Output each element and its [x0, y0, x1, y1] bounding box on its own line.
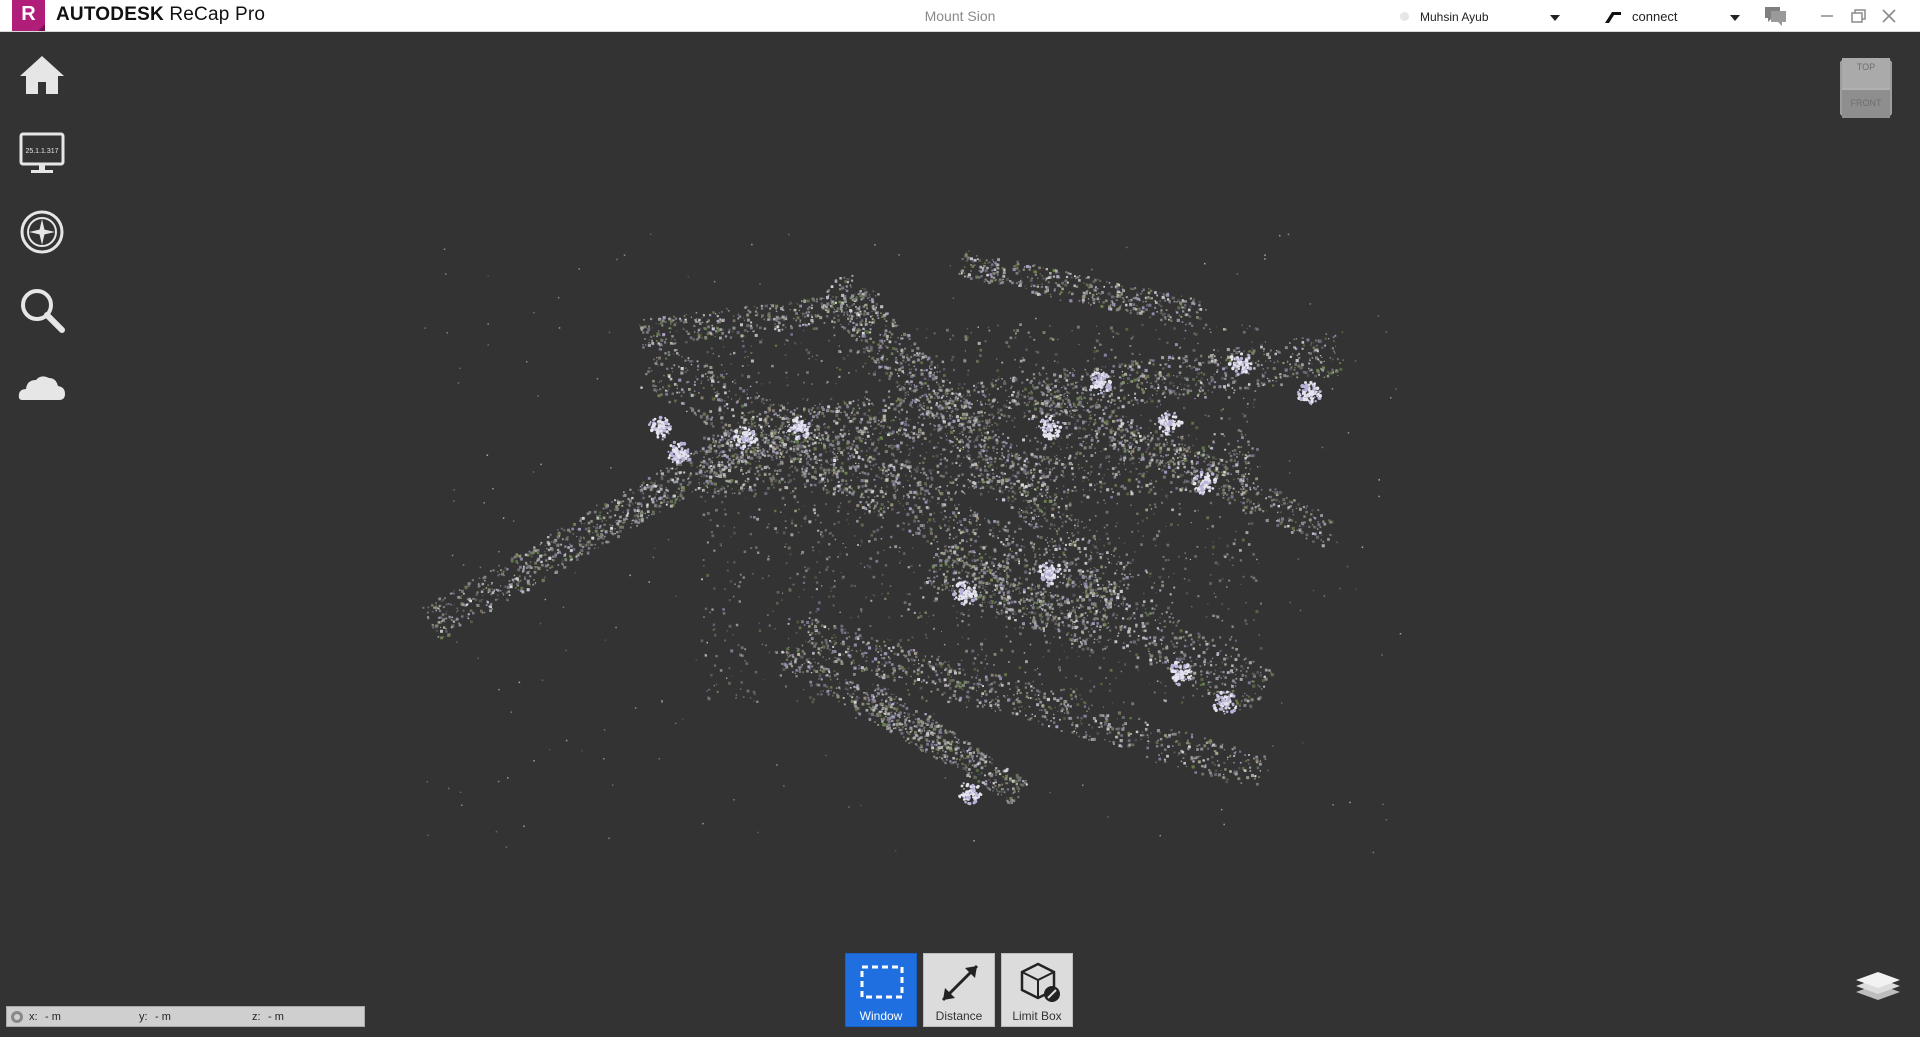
- limit-box-label: Limit Box: [1002, 1009, 1072, 1023]
- measure-toolbar: Window Distance Limit Box: [845, 953, 1075, 1027]
- search-icon: [16, 284, 68, 336]
- project-title: Mount Sion: [900, 8, 1020, 24]
- left-sidebar: 25.1.1.317: [0, 32, 84, 452]
- x-value: - m: [45, 1011, 61, 1023]
- user-status-icon: [1400, 12, 1409, 21]
- connect-dropdown-icon[interactable]: [1730, 15, 1740, 21]
- cloud-icon: [16, 362, 68, 414]
- brand-name: AUTODESK: [56, 4, 164, 25]
- title-bar: R AUTODESK ReCap Pro Mount Sion Muhsin A…: [0, 0, 1920, 32]
- restore-icon: [1845, 4, 1871, 28]
- target-icon[interactable]: [10, 1010, 24, 1024]
- minimize-button[interactable]: [1814, 4, 1840, 28]
- user-name: Muhsin Ayub: [1420, 10, 1489, 24]
- minimize-icon: [1814, 4, 1840, 28]
- z-value: - m: [268, 1011, 284, 1023]
- close-button[interactable]: [1876, 4, 1902, 28]
- x-label: x:: [29, 1011, 38, 1023]
- app-name: AUTODESK ReCap Pro: [56, 4, 265, 26]
- product-name: ReCap Pro: [169, 4, 265, 25]
- point-cloud-viewport[interactable]: [0, 33, 1920, 1032]
- user-menu[interactable]: Muhsin Ayub: [1400, 6, 1565, 28]
- compass-icon: [16, 206, 68, 258]
- comments-icon: [1762, 4, 1788, 28]
- restore-button[interactable]: [1845, 4, 1871, 28]
- distance-label: Distance: [924, 1009, 994, 1023]
- layers-icon: [1853, 970, 1903, 1014]
- user-dropdown-icon[interactable]: [1550, 15, 1560, 21]
- viewcube-top-label[interactable]: TOP: [1857, 62, 1875, 72]
- y-label: y:: [139, 1011, 148, 1023]
- recap-logo: R: [12, 0, 45, 31]
- navigation-button[interactable]: [16, 206, 68, 258]
- view-cube[interactable]: TOP FRONT: [1838, 52, 1894, 122]
- display-settings-button[interactable]: 25.1.1.317: [16, 128, 68, 180]
- version-label: 25.1.1.317: [25, 148, 58, 155]
- point-cloud: [0, 33, 1920, 1032]
- window-select-icon: [857, 958, 907, 1008]
- home-icon: [16, 50, 68, 102]
- connect-menu[interactable]: connect: [1600, 6, 1745, 28]
- comments-button[interactable]: [1762, 4, 1788, 28]
- viewcube-front-label[interactable]: FRONT: [1851, 98, 1882, 108]
- limit-box-icon: [1013, 958, 1063, 1008]
- z-label: z:: [252, 1011, 261, 1023]
- view-cube-icon: TOP FRONT: [1838, 52, 1894, 122]
- layers-button[interactable]: [1853, 970, 1903, 1014]
- monitor-icon: 25.1.1.317: [16, 128, 68, 180]
- window-select-button[interactable]: Window: [845, 953, 917, 1027]
- close-icon: [1876, 4, 1902, 28]
- connect-label: connect: [1632, 9, 1678, 24]
- home-button[interactable]: [16, 50, 68, 102]
- distance-button[interactable]: Distance: [923, 953, 995, 1027]
- coordinate-readout: x: - m y: - m z: - m: [6, 1006, 365, 1027]
- limit-box-button[interactable]: Limit Box: [1001, 953, 1073, 1027]
- connect-logo-icon: [1604, 10, 1622, 24]
- distance-icon: [935, 958, 985, 1008]
- cloud-button[interactable]: [16, 362, 68, 414]
- window-label: Window: [846, 1009, 916, 1023]
- search-button[interactable]: [16, 284, 68, 336]
- y-value: - m: [155, 1011, 171, 1023]
